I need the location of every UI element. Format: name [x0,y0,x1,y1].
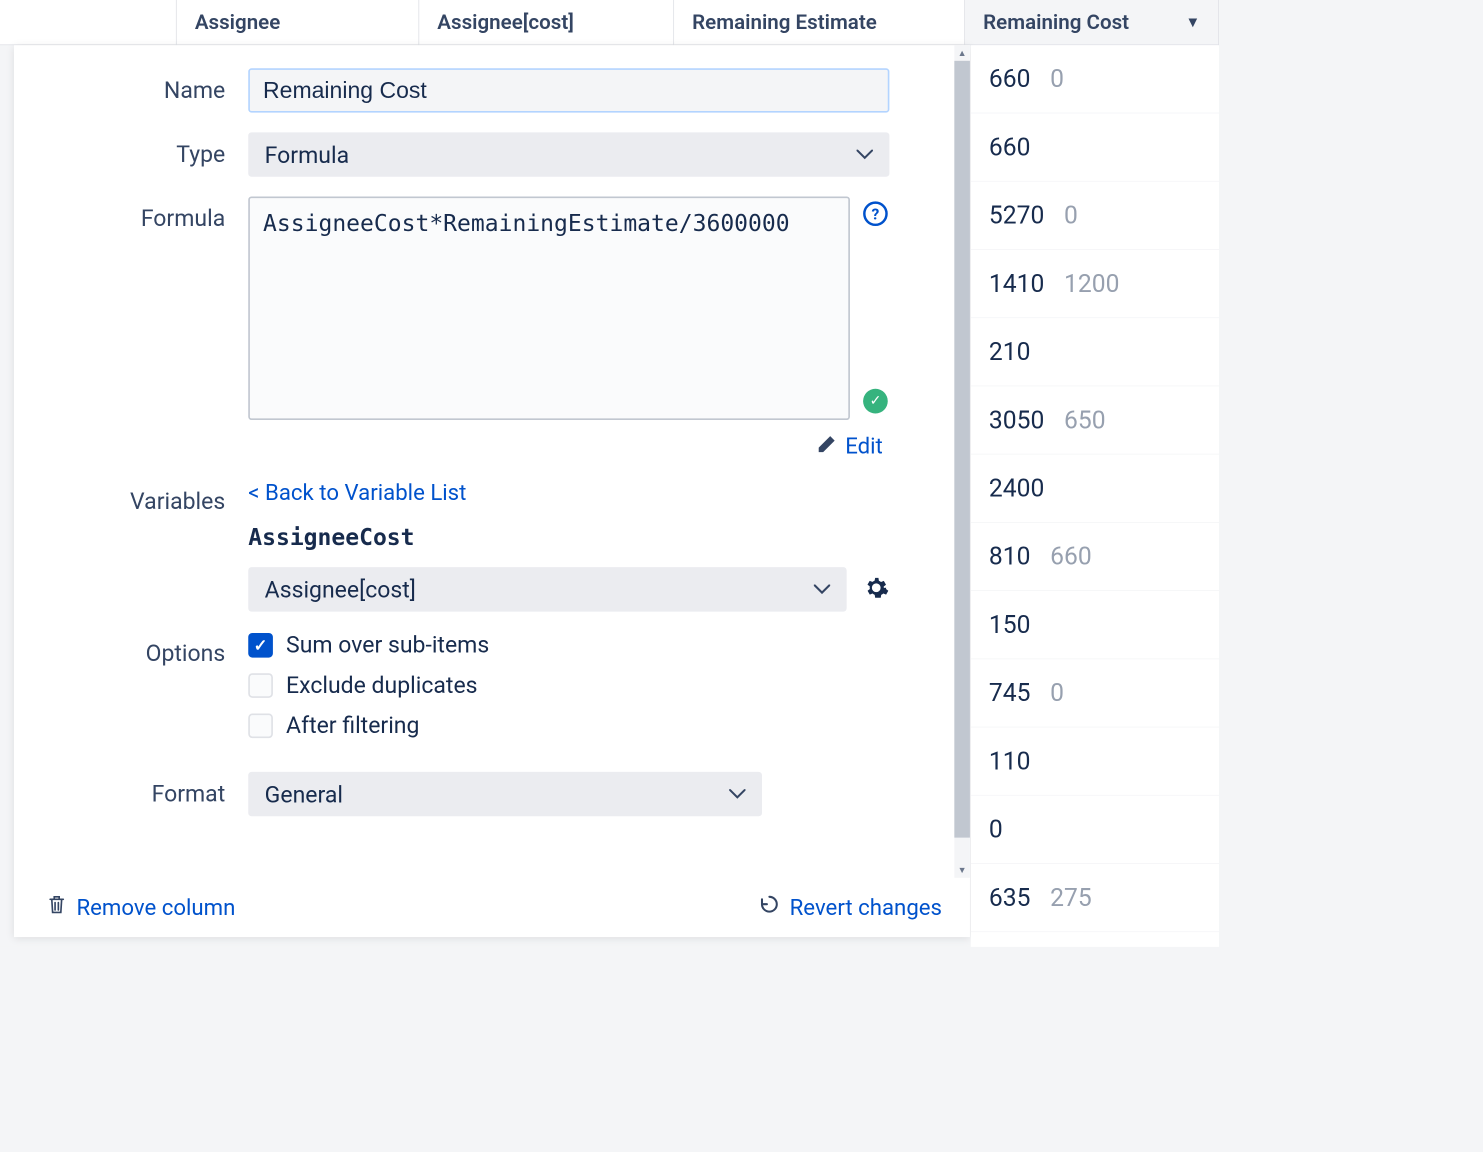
secondary-value: 1200 [1064,269,1119,298]
column-header-assignee[interactable]: Assignee [177,0,419,45]
sum-over-subitems-checkbox[interactable] [248,633,273,658]
data-cell[interactable]: 3050 650 [971,386,1219,454]
valid-check-icon: ✓ [863,389,888,414]
type-label: Type [47,132,248,176]
type-select[interactable]: Formula [248,132,889,176]
primary-value: 210 [989,337,1031,366]
remove-column-label: Remove column [76,894,235,920]
primary-value: 660 [989,133,1031,162]
primary-value: 635 [989,883,1031,912]
column-header-label: Remaining Cost [983,10,1129,34]
data-cell[interactable]: 810 660 [971,523,1219,591]
after-filtering-checkbox[interactable] [248,713,273,738]
formula-label: Formula [47,196,248,459]
pencil-icon [817,433,837,459]
edit-label: Edit [845,433,883,459]
formula-input[interactable] [248,196,850,420]
variables-label: Variables [47,479,248,611]
type-select-value: Formula [265,141,349,168]
secondary-value: 660 [1050,542,1092,571]
gear-icon[interactable] [863,575,889,605]
chevron-down-icon [729,789,745,799]
secondary-value: 0 [1050,679,1064,708]
primary-value: 5270 [989,201,1044,230]
data-cell[interactable]: 745 0 [971,659,1219,727]
column-header-assignee-cost[interactable]: Assignee[cost] [419,0,674,45]
name-label: Name [47,68,248,112]
options-label: Options [47,631,248,752]
data-cell[interactable]: 660 [971,113,1219,181]
scroll-down-icon[interactable]: ▼ [954,862,970,878]
revert-icon [758,894,779,921]
chevron-down-icon [814,584,830,594]
primary-value: 110 [989,747,1031,776]
trash-icon [47,894,67,921]
primary-value: 0 [989,815,1003,844]
remove-column-link[interactable]: Remove column [47,894,236,921]
remaining-cost-column: 660 0 660 5270 0 1410 1200 210 3050 650 2400 810 660… [971,45,1219,947]
data-cell[interactable]: 0 [971,796,1219,864]
scroll-thumb[interactable] [954,61,970,838]
scrollbar[interactable]: ▲ ▼ [954,45,970,878]
dropdown-icon: ▼ [1185,14,1200,31]
secondary-value: 0 [1050,65,1064,94]
primary-value: 810 [989,542,1031,571]
primary-value: 1410 [989,269,1044,298]
secondary-value: 650 [1064,406,1106,435]
data-cell[interactable]: 635 275 [971,864,1219,932]
edit-formula-link[interactable]: Edit [248,433,889,459]
format-select-value: General [265,780,343,807]
column-header-remaining-estimate[interactable]: Remaining Estimate [674,0,965,45]
exclude-duplicates-label: Exclude duplicates [286,672,477,699]
primary-value: 3050 [989,406,1044,435]
data-cell[interactable]: 5270 0 [971,182,1219,250]
data-cell[interactable]: 110 [971,727,1219,795]
primary-value: 2400 [989,474,1044,503]
name-input[interactable] [248,68,889,112]
data-cell[interactable]: 1410 1200 [971,250,1219,318]
data-cell[interactable]: 150 [971,591,1219,659]
scroll-up-icon[interactable]: ▲ [954,45,970,61]
chevron-down-icon [857,150,873,160]
secondary-value: 0 [1064,201,1078,230]
row-header-spacer [0,0,177,45]
secondary-value: 275 [1050,883,1092,912]
format-select[interactable]: General [248,772,762,816]
column-headers: Assignee Assignee[cost] Remaining Estima… [0,0,1219,45]
primary-value: 660 [989,65,1031,94]
help-icon[interactable]: ? [863,201,888,226]
revert-changes-label: Revert changes [790,894,942,920]
variable-mapping-select[interactable]: Assignee[cost] [248,567,846,611]
exclude-duplicates-checkbox[interactable] [248,673,273,698]
sum-over-subitems-label: Sum over sub-items [286,631,489,658]
format-label: Format [47,772,248,816]
back-to-variables-link[interactable]: < Back to Variable List [248,479,466,505]
primary-value: 745 [989,679,1031,708]
variable-name: AssigneeCost [248,524,889,551]
column-config-panel: ▲ ▼ Name Type Formula [14,45,970,937]
data-cell[interactable]: 660 0 [971,45,1219,113]
data-cell[interactable]: 2400 [971,455,1219,523]
panel-footer: Remove column Revert changes [14,878,970,937]
after-filtering-label: After filtering [286,712,419,739]
column-header-remaining-cost[interactable]: Remaining Cost ▼ [965,0,1219,45]
revert-changes-link[interactable]: Revert changes [758,894,942,921]
data-cell[interactable]: 210 [971,318,1219,386]
variable-mapping-value: Assignee[cost] [265,576,416,603]
primary-value: 150 [989,610,1031,639]
